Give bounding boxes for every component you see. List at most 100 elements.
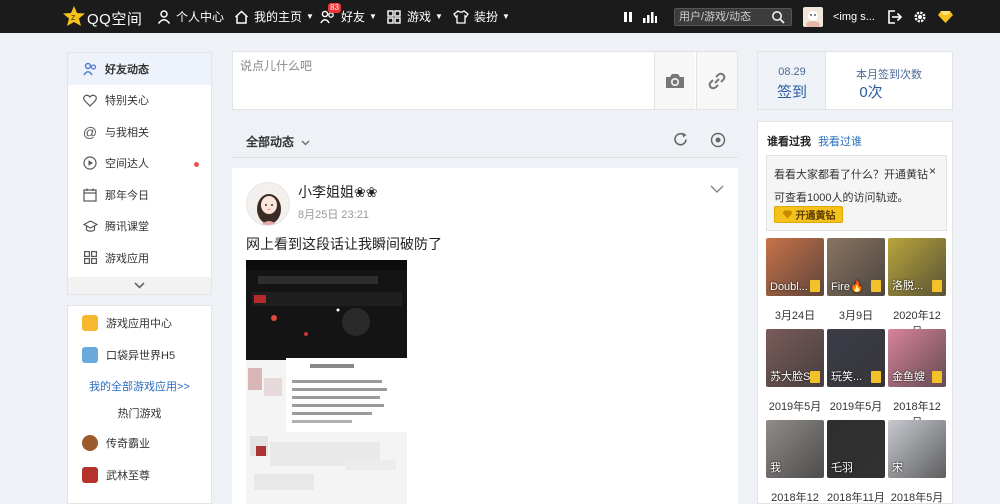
nav-personal-center-label: 个人中心: [176, 10, 225, 24]
svg-text:Z: Z: [71, 15, 76, 22]
nav-my-homepage-label: 我的主页: [254, 10, 303, 24]
monthly-checkin-label: 本月签到次数: [856, 69, 922, 81]
logo-text[interactable]: QQ空间: [87, 8, 142, 29]
visit-date: 2018年12月: [771, 492, 819, 504]
visitor-name: 我: [770, 462, 781, 474]
game-center-icon: [82, 315, 98, 331]
pocket-world-link[interactable]: 口袋异世界H5: [68, 339, 211, 371]
logout-icon[interactable]: [887, 0, 902, 33]
hot-game-label: 武林至尊: [106, 470, 150, 482]
visitor-avatar[interactable]: 苏大脸S...: [766, 329, 824, 387]
camera-icon: [666, 73, 684, 88]
nav-my-homepage[interactable]: 我的主页 ▼: [234, 0, 314, 33]
feed-post: 小李姐姐❀❀ 8月25日 23:21 网上看到这段话让我瞬间破防了: [232, 168, 738, 504]
refresh-icon[interactable]: [673, 132, 688, 147]
visitor-avatar[interactable]: Fire🔥: [827, 238, 885, 296]
pocket-world-icon: [82, 347, 98, 363]
game-center-link[interactable]: 游戏应用中心: [68, 307, 211, 339]
sidebar-item-related-to-me[interactable]: @ 与我相关: [68, 116, 211, 148]
visitor-name: Doubl...: [770, 281, 808, 293]
visit-date: 2019年5月: [829, 401, 883, 413]
nav-games[interactable]: 游戏 ▼: [387, 0, 443, 33]
yellow-diamond-icon[interactable]: [937, 0, 954, 33]
visitor-avatar[interactable]: Doubl...: [766, 238, 824, 296]
user-icon: [157, 9, 171, 24]
hot-games-title: 热门游戏: [117, 408, 162, 420]
check-in-panel: 08.29 签到 本月签到次数 0次: [757, 51, 953, 110]
visitor-avatar[interactable]: 乇羽: [827, 420, 885, 478]
visitor-name: 宋: [892, 462, 903, 474]
hot-game-item[interactable]: 传奇霸业: [68, 427, 211, 459]
post-image[interactable]: [246, 260, 407, 504]
apps-icon: [82, 250, 98, 266]
sidebar-item-label: 特别关心: [105, 95, 149, 108]
visitor-avatar[interactable]: 玩笑...: [827, 329, 885, 387]
visit-date: 2018年5月: [890, 492, 944, 504]
feed-settings-icon[interactable]: [710, 132, 726, 148]
yellow-diamond-promo: 看看大家都看了什么？开通黄钻 × 可查看1000人的访问轨迹。 开通黄钻: [766, 155, 947, 231]
sidebar-item-game-apps[interactable]: 游戏应用: [68, 242, 211, 274]
shirt-icon: [453, 9, 469, 24]
qq-star-logo-icon[interactable]: Z: [63, 6, 85, 26]
visitor-name: Fire🔥: [831, 281, 864, 293]
promo-text: 看看大家都看了什么？开通黄钻: [774, 169, 928, 181]
hot-game-item[interactable]: 武林至尊: [68, 459, 211, 491]
visitor-avatar[interactable]: 洛脱...: [888, 238, 946, 296]
post-author-name[interactable]: 小李姐姐❀❀: [298, 182, 377, 202]
search-input[interactable]: [675, 11, 771, 23]
check-in-button[interactable]: 08.29 签到: [758, 52, 826, 109]
visitor-avatar[interactable]: 金鱼嫂: [888, 329, 946, 387]
check-in-date: 08.29: [778, 66, 806, 78]
hot-game-label: 传奇霸业: [106, 438, 150, 450]
visitor-name: 乇羽: [831, 462, 853, 474]
search-icon[interactable]: [771, 10, 785, 24]
all-games-link[interactable]: 我的全部游戏应用>>: [68, 371, 211, 403]
post-author-avatar[interactable]: [246, 182, 290, 226]
post-options-chevron-icon[interactable]: [710, 185, 724, 194]
nav-games-label: 游戏: [407, 10, 432, 24]
at-icon: @: [82, 123, 98, 140]
search-box[interactable]: [674, 8, 792, 26]
tab-who-i-visited[interactable]: 我看过谁: [818, 133, 862, 149]
username-label[interactable]: <img s...: [833, 0, 875, 33]
visitor-avatar[interactable]: 宋: [888, 420, 946, 478]
grid-icon: [387, 9, 401, 24]
nav-decoration-label: 装扮: [474, 10, 499, 24]
visitors-panel: 谁看过我 我看过谁 看看大家都看了什么？开通黄钻 × 可查看1000人的访问轨迹…: [757, 121, 953, 504]
sidebar-item-tencent-classroom[interactable]: 腾讯课堂: [68, 211, 211, 243]
check-in-label: 签到: [776, 84, 807, 101]
graduation-icon: [82, 218, 98, 234]
user-avatar[interactable]: [803, 7, 823, 27]
post-text: 网上看到这段话让我瞬间破防了: [246, 236, 442, 252]
gear-icon[interactable]: [913, 0, 927, 33]
attach-link-button[interactable]: [696, 52, 737, 109]
visitor-avatar[interactable]: 我: [766, 420, 824, 478]
tab-who-visited-me[interactable]: 谁看过我: [767, 133, 811, 149]
yellow-diamond-badge-icon: [932, 371, 942, 383]
status-input[interactable]: [233, 52, 653, 109]
sidebar-item-special-care[interactable]: 特别关心: [68, 85, 211, 117]
sidebar-item-on-this-day[interactable]: 那年今日: [68, 179, 211, 211]
pocket-world-label: 口袋异世界H5: [106, 350, 176, 362]
upload-photo-button[interactable]: [654, 52, 695, 109]
yellow-diamond-badge-icon: [871, 280, 881, 292]
expand-more-button[interactable]: [68, 277, 211, 294]
chevron-down-icon: ▼: [435, 12, 443, 21]
nav-personal-center[interactable]: 个人中心: [157, 0, 224, 33]
sidebar-item-friends-feed[interactable]: 好友动态: [68, 53, 211, 85]
game-center-label: 游戏应用中心: [106, 318, 172, 330]
pause-icon[interactable]: [623, 0, 633, 33]
sidebar-item-space-expert[interactable]: 空间达人: [68, 148, 211, 180]
post-composer: [232, 51, 738, 110]
visit-date: 2018年11月: [827, 492, 885, 504]
left-navigation-panel: 好友动态 特别关心 @ 与我相关 空间达人 那年今日 腾讯课堂 游戏应用: [67, 52, 212, 295]
signal-bars-icon[interactable]: [643, 0, 657, 33]
open-yellow-diamond-button[interactable]: 开通黄钻: [774, 206, 843, 223]
close-icon[interactable]: ×: [929, 164, 936, 178]
sidebar-item-label: 与我相关: [105, 126, 149, 139]
post-timestamp: 8月25日 23:21: [298, 209, 369, 221]
nav-decoration[interactable]: 装扮 ▼: [453, 0, 510, 33]
chevron-down-icon: ▼: [369, 12, 377, 21]
feed-filter-dropdown[interactable]: 全部动态: [246, 133, 310, 150]
sidebar-item-label: 空间达人: [105, 158, 149, 171]
